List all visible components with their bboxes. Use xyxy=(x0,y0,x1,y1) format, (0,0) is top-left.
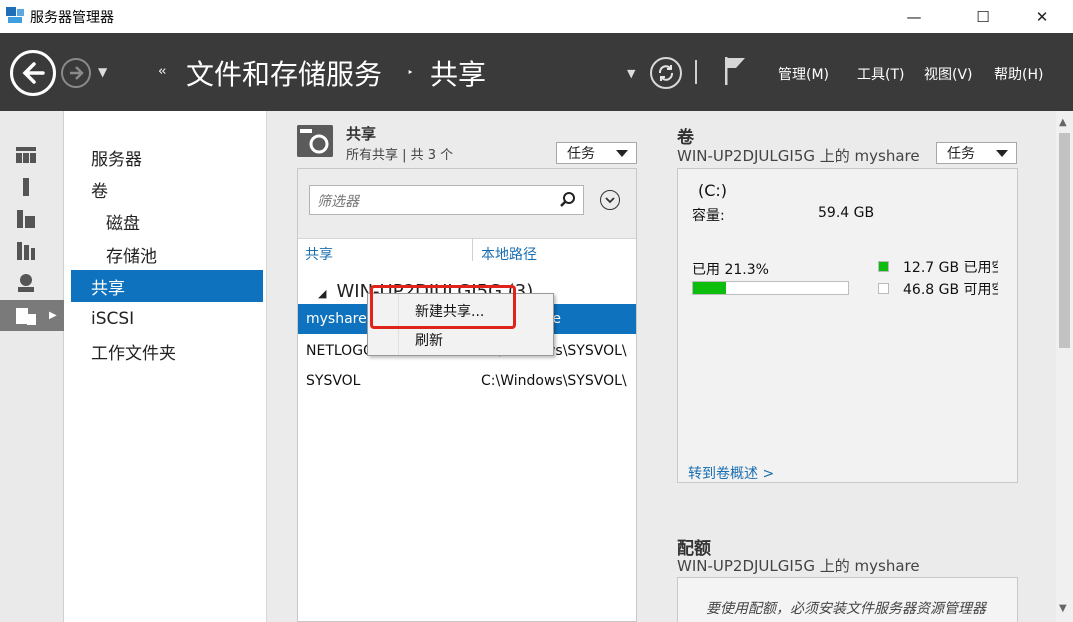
filter-input[interactable]: 筛选器 xyxy=(309,185,584,215)
used-space-legend: 12.7 GB 已用空间 xyxy=(903,260,998,276)
shares-subtitle: 所有共享 | 共 3 个 xyxy=(346,148,454,163)
share-path: C:\Windows\SYSVOL\ xyxy=(481,373,627,389)
free-legend-swatch xyxy=(878,283,889,294)
dashboard-icon xyxy=(16,146,36,163)
usage-bar-fill xyxy=(693,282,726,294)
free-space-legend: 46.8 GB 可用空间 xyxy=(903,282,998,298)
file-storage-icon xyxy=(16,307,36,325)
filter-area: 筛选器 xyxy=(298,169,636,239)
nav-item-servers[interactable]: 服务器 xyxy=(71,141,263,173)
arrow-left-icon xyxy=(22,62,45,84)
menu-item-refresh[interactable]: 刷新 xyxy=(415,330,443,350)
menu-manage[interactable]: 管理(M) xyxy=(778,64,829,84)
volume-box: (C:) 容量: 59.4 GB 已用 21.3% 12.7 GB 已用空间 4… xyxy=(677,168,1018,483)
forward-button[interactable] xyxy=(61,58,91,88)
local-server-icon xyxy=(23,177,29,196)
volume-subtitle: WIN-UP2DJULGI5G 上的 myshare xyxy=(677,147,920,165)
scroll-thumb[interactable] xyxy=(1059,133,1070,348)
nav-item-shares[interactable]: 共享 xyxy=(71,270,263,302)
header-divider xyxy=(695,60,697,84)
nav-item-disks[interactable]: 磁盘 xyxy=(71,205,263,237)
column-header-local-path[interactable]: 本地路径 xyxy=(481,244,537,264)
title-bar: 服务器管理器 — ☐ ✕ xyxy=(0,0,1073,33)
all-servers-icon xyxy=(17,209,35,228)
dns-icon xyxy=(18,273,34,292)
used-percent-label: 已用 21.3% xyxy=(692,262,769,278)
collapse-triangle-icon[interactable]: ◢ xyxy=(318,287,326,300)
ad-ds-icon xyxy=(17,241,35,260)
share-name: SYSVOL xyxy=(306,373,361,389)
volume-tasks-label: 任务 xyxy=(947,146,975,162)
annotation-highlight-box xyxy=(370,285,516,329)
expand-filter-button[interactable] xyxy=(600,190,620,210)
rail-local-server[interactable] xyxy=(0,171,64,202)
refresh-button[interactable] xyxy=(650,57,682,89)
arrow-right-icon xyxy=(70,66,84,80)
minimize-icon: — xyxy=(906,7,922,26)
close-icon: ✕ xyxy=(1035,7,1049,26)
breadcrumb-arrows-icon[interactable]: ‹‹ xyxy=(158,64,167,79)
column-header-share[interactable]: 共享 xyxy=(305,244,333,264)
rail-ad-ds[interactable] xyxy=(0,235,64,266)
table-row[interactable]: SYSVOL C:\Windows\SYSVOL\ xyxy=(298,366,636,396)
maximize-icon: ☐ xyxy=(976,7,990,26)
rail-file-storage[interactable]: ▶ xyxy=(0,300,64,331)
shares-panel-icon xyxy=(297,125,333,157)
column-divider[interactable] xyxy=(472,239,473,261)
rail-dns[interactable] xyxy=(0,267,64,298)
back-button[interactable] xyxy=(10,50,56,96)
icon-rail: ▶ xyxy=(0,111,64,622)
refresh-icon xyxy=(658,65,674,81)
shares-tasks-label: 任务 xyxy=(567,146,595,162)
minimize-button[interactable]: — xyxy=(891,0,937,33)
quota-box: 要使用配额，必须安装文件服务器资源管理器 xyxy=(677,577,1018,622)
chevron-down-icon xyxy=(996,150,1008,157)
notifications-flag-icon[interactable] xyxy=(722,55,748,87)
nav-item-volumes[interactable]: 卷 xyxy=(71,173,263,205)
vertical-scrollbar[interactable]: ▲ ▼ xyxy=(1056,111,1073,622)
history-dropdown-icon[interactable]: ▼ xyxy=(98,65,107,79)
breadcrumb-parent[interactable]: 文件和存储服务 xyxy=(186,53,382,93)
usage-bar xyxy=(692,281,849,295)
breadcrumb-current: 共享 xyxy=(430,58,487,91)
nav-item-work-folders[interactable]: 工作文件夹 xyxy=(71,335,263,367)
shares-panel: 共享 所有共享 | 共 3 个 任务 筛选器 共享 本地路径 ◢WIN-UP2 xyxy=(267,111,657,622)
scroll-down-icon[interactable]: ▼ xyxy=(1059,603,1067,614)
details-area: 卷 WIN-UP2DJULGI5G 上的 myshare 任务 (C:) 容量:… xyxy=(657,111,1056,622)
chevron-down-icon xyxy=(616,150,628,157)
expand-arrow-icon: ▶ xyxy=(49,310,57,321)
volume-tasks-button[interactable]: 任务 xyxy=(936,142,1017,164)
shares-title: 共享 xyxy=(346,125,377,143)
breadcrumb-dropdown-icon[interactable]: ▼ xyxy=(627,67,635,80)
search-icon[interactable] xyxy=(559,191,577,209)
nav-pane: 服务器 卷 磁盘 存储池 共享 iSCSI 工作文件夹 xyxy=(65,111,267,622)
close-button[interactable]: ✕ xyxy=(1019,0,1065,33)
capacity-label: 容量: xyxy=(692,208,725,224)
capacity-value: 59.4 GB xyxy=(818,205,875,221)
used-legend-swatch xyxy=(878,261,889,272)
shares-tasks-button[interactable]: 任务 xyxy=(556,142,637,164)
shares-list: 筛选器 共享 本地路径 ◢ WIN-UP2DJULGI5G (3) myshare… xyxy=(297,168,637,622)
go-to-volume-overview-link[interactable]: 转到卷概述 > xyxy=(688,463,774,483)
server-manager-icon xyxy=(6,7,24,23)
header-bar: ▼ ‹‹ 文件和存储服务 ‣ 共享 ▼ 管理(M) 工具(T) 视图(V) 帮助… xyxy=(0,33,1073,111)
quota-message: 要使用配额，必须安装文件服务器资源管理器 xyxy=(706,601,986,617)
rail-all-servers[interactable] xyxy=(0,203,64,234)
scroll-up-icon[interactable]: ▲ xyxy=(1059,117,1067,128)
rail-dashboard[interactable] xyxy=(0,139,64,170)
breadcrumb-separator-icon: ‣ xyxy=(407,66,414,79)
share-name: myshare xyxy=(306,311,367,327)
chevron-down-icon xyxy=(605,197,615,204)
filter-placeholder: 筛选器 xyxy=(317,194,359,210)
drive-label: (C:) xyxy=(698,181,728,200)
maximize-button[interactable]: ☐ xyxy=(960,0,1006,33)
nav-item-storage-pools[interactable]: 存储池 xyxy=(71,238,263,270)
window-title: 服务器管理器 xyxy=(30,10,114,26)
menu-help[interactable]: 帮助(H) xyxy=(994,64,1043,84)
quota-subtitle: WIN-UP2DJULGI5G 上的 myshare xyxy=(677,557,920,575)
menu-view[interactable]: 视图(V) xyxy=(924,64,973,84)
nav-item-iscsi[interactable]: iSCSI xyxy=(71,303,263,335)
menu-tools[interactable]: 工具(T) xyxy=(857,64,904,84)
